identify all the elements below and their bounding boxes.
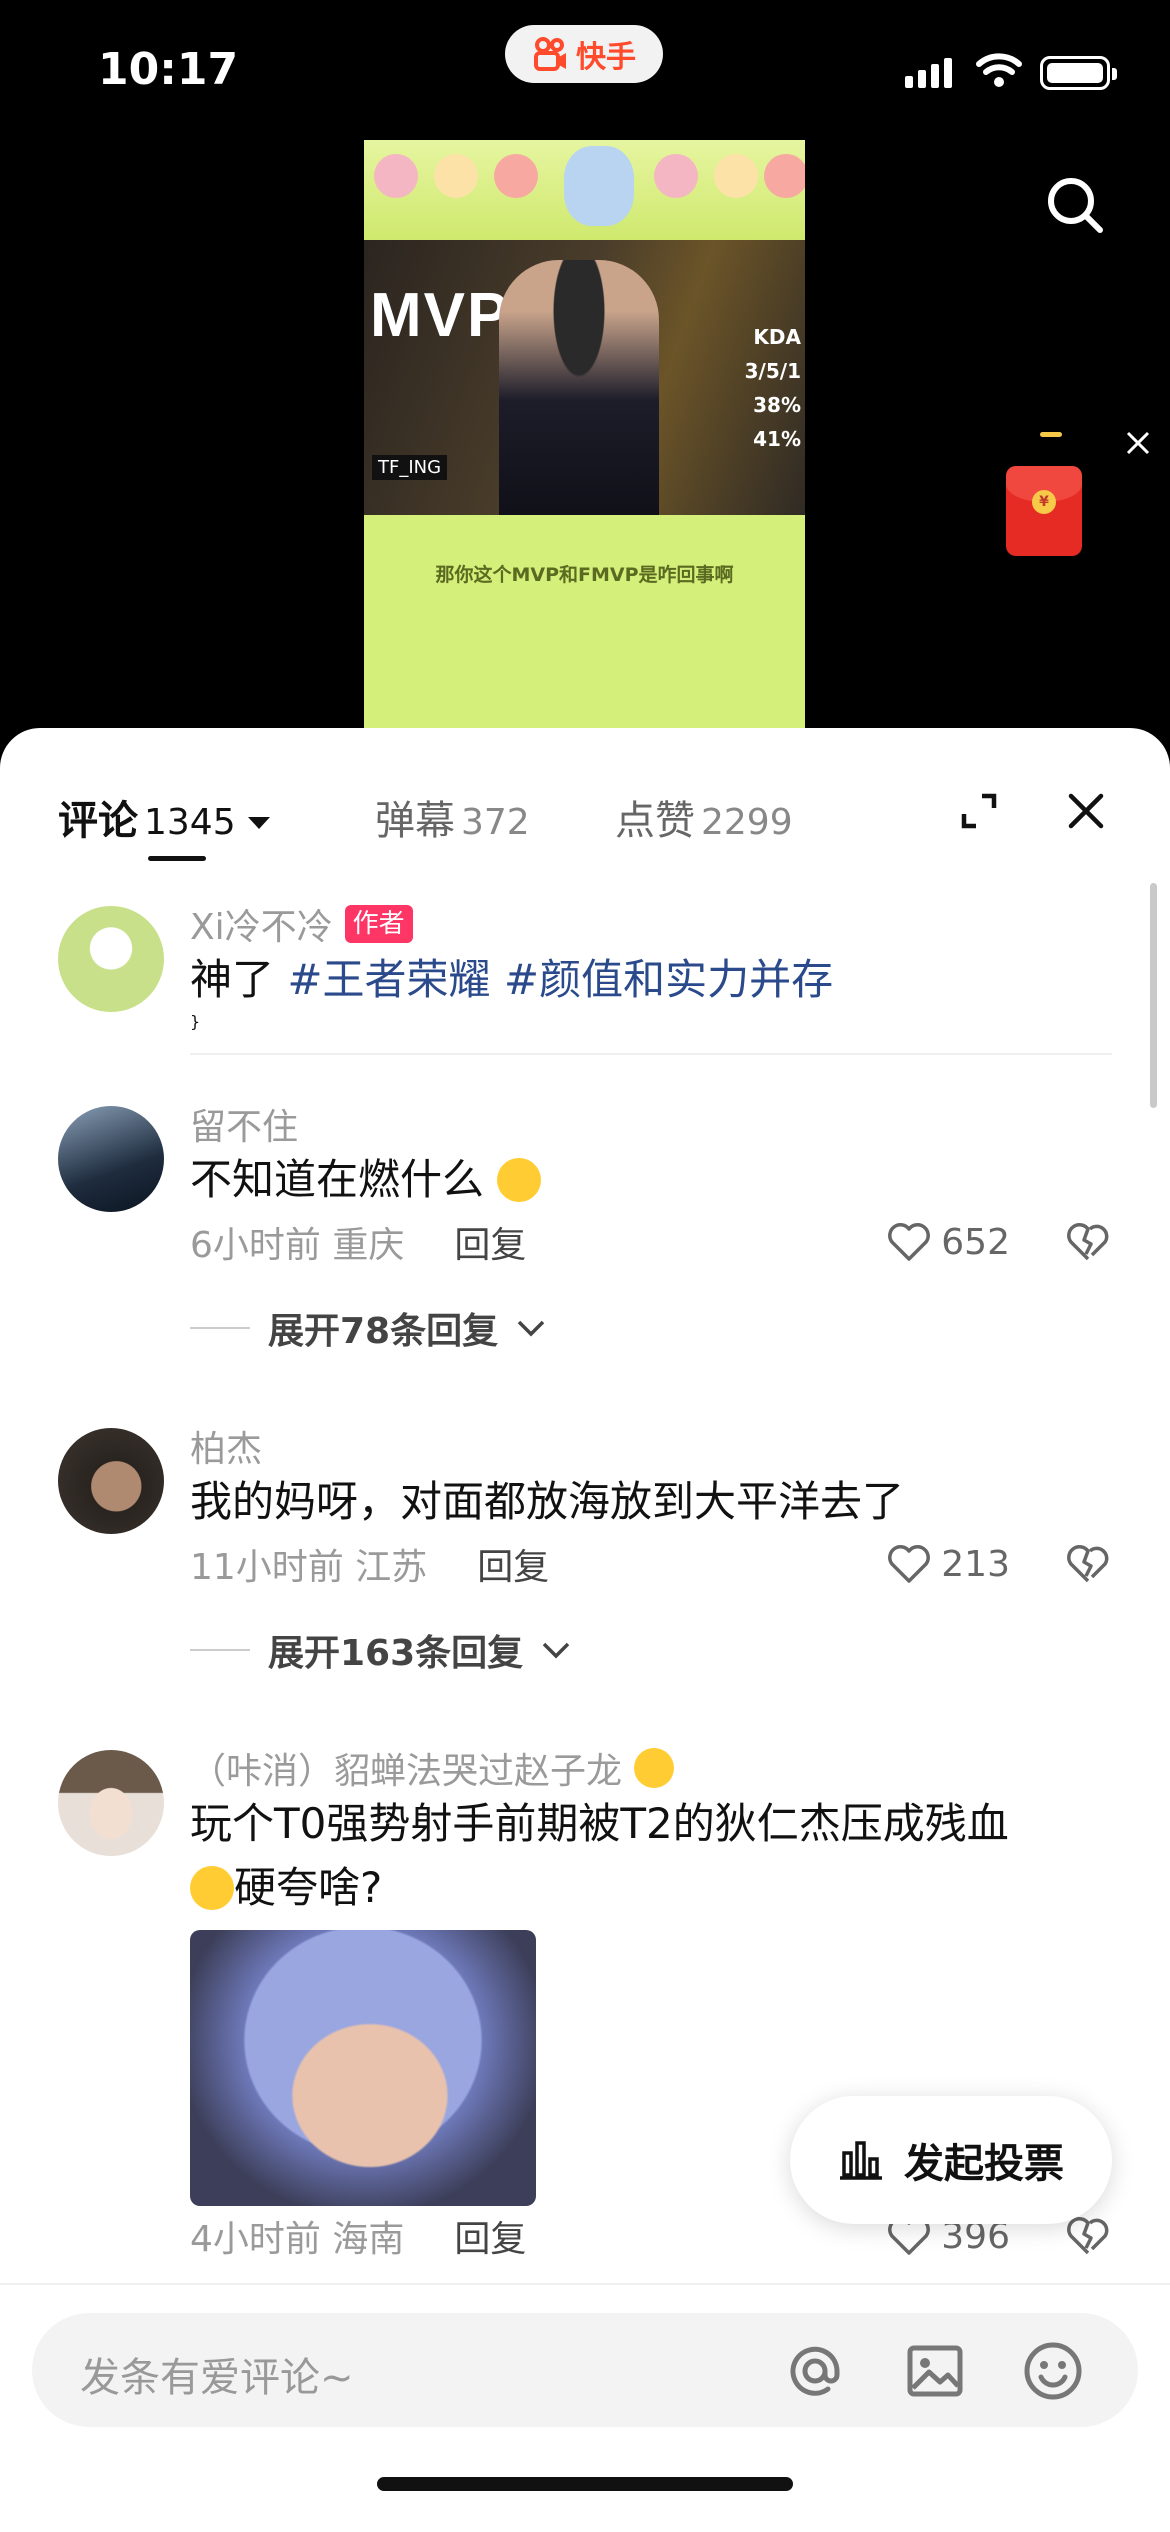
comment-username[interactable]: 留不住: [190, 1098, 298, 1150]
dislike-broken-heart-icon[interactable]: [1066, 1544, 1110, 1584]
red-packet-icon[interactable]: ¥: [1006, 466, 1082, 556]
comment-username[interactable]: （咔消）貂蝉法哭过赵子龙: [190, 1742, 622, 1794]
divider: [190, 1053, 1112, 1055]
kuaishou-logo-icon: [534, 37, 566, 71]
wifi-icon: [976, 53, 1022, 87]
video-person: [499, 260, 659, 515]
scrollbar[interactable]: [1150, 883, 1157, 1108]
avatar[interactable]: [58, 1428, 164, 1534]
video-mvp-text: MVP: [370, 281, 511, 350]
comment-text: 神了 #王者荣耀 #颜值和实力并存: [190, 955, 834, 1004]
tab-active-indicator: [148, 856, 206, 861]
red-packet-progress: [1040, 432, 1062, 437]
reply-button[interactable]: 回复: [454, 2210, 526, 2262]
reply-button[interactable]: 回复: [477, 1538, 549, 1590]
home-indicator[interactable]: [377, 2477, 793, 2491]
video-subtitle: 那你这个MVP和FMVP是咋回事啊: [435, 564, 734, 586]
video-frame: MVP TF_ING KDA 3/5/1 38% 41%: [364, 240, 805, 515]
dislike-broken-heart-icon[interactable]: [1066, 1222, 1110, 1262]
app-name: 快手: [576, 40, 636, 75]
video-sticker-border: [364, 140, 805, 240]
close-icon[interactable]: [1065, 790, 1107, 832]
author-badge: 作者: [344, 905, 413, 943]
signal-icon: [905, 58, 952, 88]
comment-meta: 11小时前 江苏 回复 213: [190, 1534, 1110, 1594]
expand-replies-button[interactable]: 展开163条回复: [190, 1620, 1110, 1680]
caret-down-icon: [247, 817, 270, 829]
status-time: 10:17: [98, 44, 239, 95]
battery-icon: [1040, 56, 1117, 90]
tab-comments[interactable]: 评论 1345: [58, 788, 270, 846]
like-button[interactable]: 652: [887, 1222, 1010, 1263]
fullscreen-expand-icon[interactable]: [958, 790, 1000, 832]
search-icon[interactable]: [1045, 175, 1105, 235]
heart-icon: [888, 1223, 931, 1261]
tab-danmaku[interactable]: 弹幕 372: [375, 788, 530, 846]
comment-text: 不知道在燃什么: [190, 1148, 1110, 1212]
comment-text: 我的妈呀，对面都放海放到大平洋去了: [190, 1477, 905, 1526]
chevron-down-icon: [542, 1642, 570, 1659]
image-icon[interactable]: [904, 2340, 966, 2402]
comment-input-placeholder: 发条有爱评论~: [80, 2355, 354, 2401]
comment-meta: 6小时前 重庆 回复 652: [190, 1212, 1110, 1272]
comment-input[interactable]: 发条有爱评论~: [32, 2313, 1138, 2427]
video-stats: KDA 3/5/1 38% 41%: [744, 325, 801, 451]
emoji-icon[interactable]: [1022, 2340, 1084, 2402]
comment-tabs: 评论 1345 弹幕 372 点赞 2299: [0, 728, 1170, 861]
comment-username[interactable]: 柏杰: [190, 1420, 262, 1472]
expand-replies-button[interactable]: 展开78条回复: [190, 1298, 1110, 1358]
comment-image[interactable]: [190, 1930, 536, 2206]
comment-username[interactable]: Xi冷不冷: [190, 898, 333, 950]
bar-chart-icon: [840, 2141, 882, 2180]
at-mention-icon[interactable]: [784, 2340, 846, 2402]
dislike-broken-heart-icon[interactable]: [1066, 2216, 1110, 2256]
smirk-emoji-icon: [634, 1748, 675, 1788]
video-player[interactable]: MVP TF_ING KDA 3/5/1 38% 41% 那你这个MVP和FMVP是…: [364, 140, 805, 740]
reply-button[interactable]: 回复: [454, 1216, 526, 1268]
comment-sheet: 评论 1345 弹幕 372 点赞 2299 Xi冷不冷 作者 神了 #王者荣耀 #颜…: [0, 728, 1170, 2532]
heart-icon: [888, 1545, 931, 1583]
crying-emoji-icon: [497, 1158, 542, 1202]
start-vote-button[interactable]: 发起投票: [790, 2096, 1112, 2224]
comment-text: 玩个T0强势射手前期被T2的狄仁杰压成残血 硬夸啥?: [190, 1799, 1009, 1912]
video-team-tag: TF_ING: [372, 455, 448, 480]
tab-likes[interactable]: 点赞 2299: [615, 788, 793, 846]
comment-input-bar: 发条有爱评论~: [0, 2283, 1170, 2532]
hashtag-link[interactable]: #颜值和实力并存: [504, 955, 833, 1004]
avatar[interactable]: [58, 906, 164, 1012]
app-return-pill[interactable]: 快手: [505, 25, 663, 83]
hashtag-link[interactable]: #王者荣耀: [287, 955, 490, 1004]
avatar[interactable]: [58, 1750, 164, 1856]
status-bar: 10:17 快手: [0, 0, 1170, 140]
laughing-emoji-icon: [190, 1866, 234, 1910]
chevron-down-icon: [517, 1320, 545, 1337]
like-button[interactable]: 213: [887, 1544, 1010, 1585]
close-red-packet-icon[interactable]: [1125, 430, 1151, 456]
avatar[interactable]: [58, 1106, 164, 1212]
